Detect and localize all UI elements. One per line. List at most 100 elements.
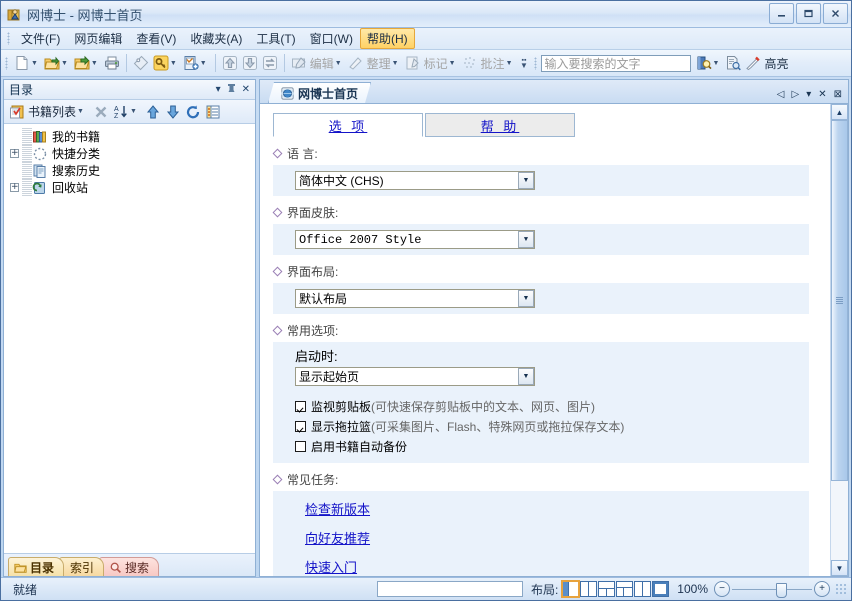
key-button[interactable]: ▼ — [151, 52, 181, 74]
chevron-down-icon[interactable]: ▼ — [91, 60, 98, 67]
layout-dropdown[interactable]: 默认布局 ▼ — [295, 289, 535, 308]
bottom-tab-index[interactable]: 索引 — [59, 557, 105, 576]
tab-prev-icon[interactable]: ◁ — [777, 89, 785, 100]
tree-expander[interactable]: + — [10, 183, 19, 192]
bottom-tab-search[interactable]: 搜索 — [99, 557, 160, 576]
refresh-button[interactable] — [260, 52, 280, 74]
delete-button[interactable] — [91, 102, 111, 122]
menu-webedit[interactable]: 网页编辑 — [67, 28, 129, 49]
document-vertical-scrollbar[interactable]: ▲ ▼ — [830, 104, 848, 576]
checkbox-row-autobackup[interactable]: 启用书籍自动备份 — [295, 438, 809, 455]
link-recommend-friend[interactable]: 向好友推荐 — [305, 531, 370, 546]
zoom-slider-track[interactable] — [732, 582, 812, 598]
menu-window[interactable]: 窗口(W) — [303, 28, 360, 49]
annotate-button[interactable]: 批注 ▼ — [460, 52, 517, 74]
detail-view-button[interactable] — [203, 102, 223, 122]
toolbar-grip[interactable] — [5, 56, 8, 70]
refresh-button[interactable] — [183, 102, 203, 122]
organize-button[interactable]: 整理 ▼ — [346, 52, 403, 74]
menu-tools[interactable]: 工具(T) — [249, 28, 302, 49]
link-quick-start[interactable]: 快速入门 — [305, 560, 357, 575]
checkbox-row-dragbasket[interactable]: 显示拖拉篮 (可采集图片、Flash、特殊网页或拖拉保存文本) — [295, 418, 809, 435]
tree-expander[interactable]: + — [10, 149, 19, 158]
mark-button[interactable]: 标记 ▼ — [403, 52, 460, 74]
tab-next-icon[interactable]: ▷ — [791, 89, 799, 100]
checkbox-row-clipboard[interactable]: 监视剪贴板 (可快速保存剪贴板中的文本、网页、图片) — [295, 398, 809, 415]
page-tab-help-link[interactable]: 帮 助 — [481, 116, 520, 135]
tab-close-icon[interactable]: ✕ — [818, 89, 826, 100]
document-tab-homepage[interactable]: 网博士首页 — [268, 82, 371, 103]
chevron-down-icon[interactable]: ▼ — [518, 231, 534, 248]
layout-button-three-b[interactable] — [616, 581, 634, 597]
skin-dropdown[interactable]: Office 2007 Style ▼ — [295, 230, 535, 249]
chevron-down-icon[interactable]: ▼ — [713, 60, 720, 67]
move-down-button[interactable] — [240, 52, 260, 74]
page-tab-options-link[interactable]: 选 项 — [329, 116, 368, 135]
chevron-down-icon[interactable]: ▼ — [518, 172, 534, 189]
move-up-button[interactable] — [220, 52, 240, 74]
book-list-button[interactable]: 书籍列表 ▼ — [7, 102, 88, 122]
page-tab-options[interactable]: 选 项 — [273, 113, 423, 137]
layout-button-two-col[interactable] — [580, 581, 598, 597]
toolbar-overflow-button[interactable]: ▪▪ ▼ — [520, 53, 529, 73]
scroll-thumb[interactable] — [831, 120, 848, 481]
layout-button-full[interactable] — [652, 581, 670, 597]
layout-button-split[interactable] — [634, 581, 652, 597]
autobackup-checkbox[interactable] — [295, 441, 306, 452]
zoom-slider-thumb[interactable] — [776, 582, 787, 598]
scroll-track[interactable] — [831, 120, 848, 560]
chevron-down-icon[interactable]: ▼ — [506, 60, 513, 67]
chevron-down-icon[interactable]: ▼ — [61, 60, 68, 67]
chevron-down-icon[interactable]: ▼ — [392, 60, 399, 67]
tree-item-search-history[interactable]: 搜索历史 — [4, 162, 255, 179]
chevron-down-icon[interactable]: ▼ — [130, 108, 137, 115]
menu-file[interactable]: 文件(F) — [14, 28, 67, 49]
highlight-button[interactable]: 高亮 — [743, 52, 790, 74]
link-check-update[interactable]: 检查新版本 — [305, 502, 370, 517]
clipboard-checkbox[interactable] — [295, 401, 306, 412]
minimize-button[interactable] — [769, 3, 794, 24]
chevron-down-icon[interactable]: ▼ — [170, 60, 177, 67]
scroll-down-button[interactable]: ▼ — [831, 560, 848, 576]
menu-grip[interactable] — [7, 32, 10, 45]
tag-button[interactable] — [131, 52, 151, 74]
scroll-up-button[interactable]: ▲ — [831, 104, 848, 120]
layout-button-three-a[interactable] — [598, 581, 616, 597]
tree-item-recycle-bin[interactable]: + 回收站 — [4, 179, 255, 196]
tree-item-quick-category[interactable]: + 快捷分类 — [4, 145, 255, 162]
zoom-in-button[interactable]: + — [814, 581, 830, 597]
menu-favorites[interactable]: 收藏夹(A) — [183, 28, 249, 49]
check-page-button[interactable]: ▼ — [181, 52, 211, 74]
sort-button[interactable]: AZ ▼ — [111, 102, 141, 122]
panel-menu-icon[interactable]: ▾ — [216, 84, 221, 95]
catalog-tree[interactable]: 我的书籍 + 快捷分类 搜索历史 + 回收站 — [4, 124, 255, 553]
chevron-down-icon[interactable]: ▼ — [77, 108, 84, 115]
chevron-down-icon[interactable]: ▼ — [449, 60, 456, 67]
pin-icon[interactable] — [227, 83, 236, 97]
search-button[interactable]: ▼ — [694, 52, 724, 74]
layout-button-left-pane[interactable] — [561, 580, 581, 598]
export-button[interactable]: ▼ — [72, 52, 102, 74]
search-toolbar-grip[interactable] — [533, 56, 537, 70]
print-button[interactable] — [102, 52, 122, 74]
language-dropdown[interactable]: 简体中文 (CHS) ▼ — [295, 171, 535, 190]
chevron-down-icon[interactable]: ▼ — [335, 60, 342, 67]
edit-button[interactable]: 编辑 ▼ — [289, 52, 346, 74]
chevron-down-icon[interactable]: ▼ — [518, 290, 534, 307]
chevron-down-icon[interactable]: ▼ — [200, 60, 207, 67]
window-resize-grip[interactable] — [835, 582, 848, 596]
close-panel-icon[interactable]: ✕ — [242, 84, 250, 95]
maximize-button[interactable] — [796, 3, 821, 24]
page-tab-help[interactable]: 帮 助 — [425, 113, 575, 137]
find-in-page-button[interactable] — [723, 52, 743, 74]
status-input[interactable] — [376, 581, 523, 597]
move-down-button[interactable] — [163, 102, 183, 122]
bottom-tab-catalog[interactable]: 目录 — [8, 557, 65, 576]
tab-list-icon[interactable]: ▾ — [806, 89, 811, 100]
dragbasket-checkbox[interactable] — [295, 421, 306, 432]
open-button[interactable]: ▼ — [42, 52, 72, 74]
startup-dropdown[interactable]: 显示起始页 ▼ — [295, 367, 535, 386]
menu-view[interactable]: 查看(V) — [129, 28, 183, 49]
new-button[interactable]: ▼ — [12, 52, 42, 74]
tree-item-my-books[interactable]: 我的书籍 — [4, 128, 255, 145]
